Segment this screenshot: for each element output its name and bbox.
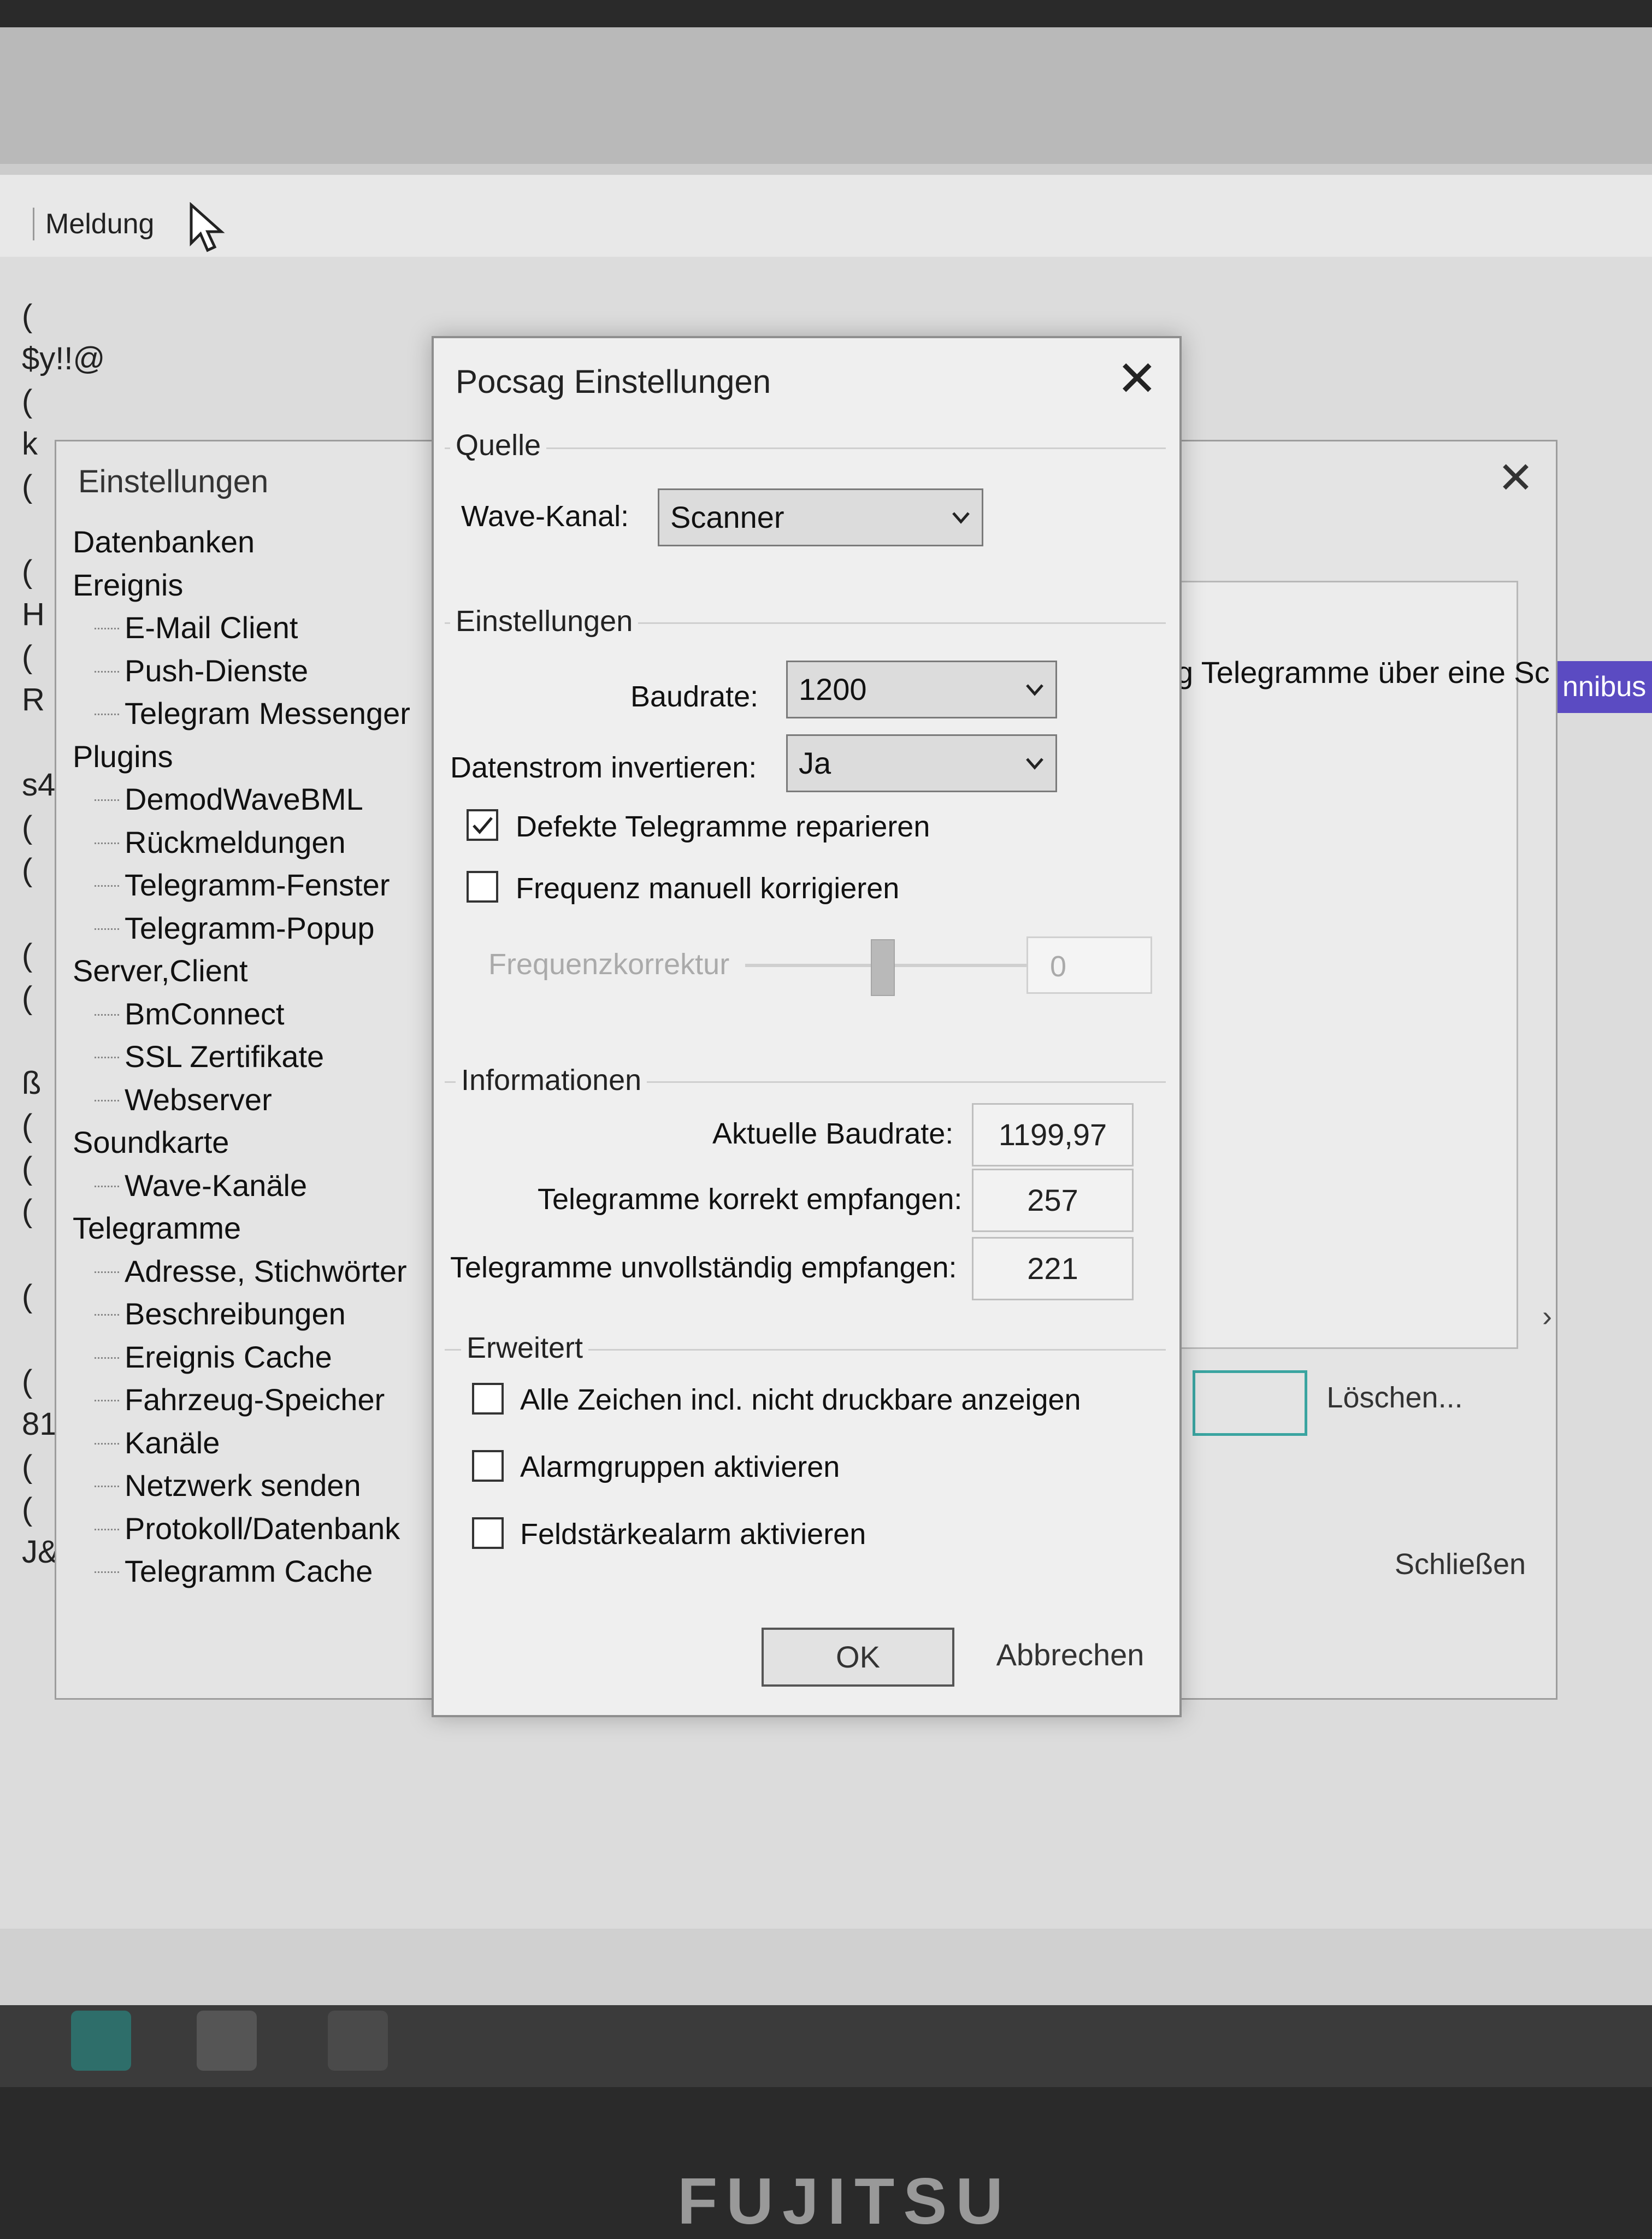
pocsag-dialog: Pocsag Einstellungen ✕ Quelle Wave-Kanal… (432, 336, 1182, 1717)
taskbar-app-icon[interactable] (197, 2011, 257, 2071)
freq-korrektur-label: Frequenzkorrektur (488, 948, 730, 981)
schliessen-button[interactable]: Schließen (1356, 1534, 1564, 1594)
korrekt-value: 257 (972, 1169, 1134, 1232)
korrekt-label: Telegramme korrekt empfangen: (538, 1183, 963, 1216)
group-quelle-label: Quelle (450, 428, 547, 462)
tree-item[interactable]: E-Mail Client (73, 606, 410, 650)
ok-button[interactable]: OK (762, 1628, 954, 1687)
tree-item[interactable]: Webserver (73, 1079, 410, 1122)
baudrate-select[interactable]: 1200 (786, 661, 1057, 718)
top-band (0, 27, 1652, 164)
tree-item[interactable]: Push-Dienste (73, 650, 410, 693)
baudrate-label: Baudrate: (630, 680, 759, 713)
monitor-screen: Meldung ($y!!@(k((H(Rs4((((ß(((((8107 An… (0, 27, 1652, 2087)
alle-zeichen-checkbox[interactable] (472, 1383, 504, 1415)
chevron-down-icon (1026, 684, 1043, 696)
tree-item[interactable]: Protokoll/Datenbank (73, 1507, 410, 1551)
settings-panel-text: g Telegramme über eine Sc (1176, 655, 1550, 690)
aktuelle-baudrate-value: 1199,97 (972, 1103, 1134, 1166)
tree-item[interactable]: Adresse, Stichwörter (73, 1250, 410, 1293)
freq-korrektur-slider[interactable] (871, 939, 895, 996)
tree-item[interactable]: Netzwerk senden (73, 1464, 410, 1507)
tree-item[interactable]: Ereignis Cache (73, 1336, 410, 1379)
checkmark-icon (473, 817, 493, 834)
background-purple-tag: nnibus (1551, 661, 1652, 713)
wave-kanal-label: Wave-Kanal: (461, 500, 629, 533)
mouse-cursor-icon (190, 202, 225, 252)
unvollstaendig-label: Telegramme unvollständig empfangen: (450, 1251, 957, 1284)
background-list-item: ( (22, 384, 33, 419)
group-line-quelle (445, 447, 1166, 449)
tree-item[interactable]: Telegramm Cache (73, 1550, 410, 1593)
edge-browser-icon[interactable] (71, 2011, 131, 2071)
freq-manual-checkbox[interactable] (467, 871, 498, 903)
tree-item[interactable]: Wave-Kanäle (73, 1164, 410, 1207)
group-informationen-label: Informationen (456, 1063, 647, 1097)
chevron-down-icon (952, 512, 970, 524)
tree-item[interactable]: DemodWaveBML (73, 778, 410, 821)
tree-item[interactable]: Telegramm-Fenster (73, 864, 410, 907)
group-einstellungen-label: Einstellungen (450, 604, 639, 638)
tree-item[interactable]: Plugins (73, 735, 410, 779)
tree-item[interactable]: Ereignis (73, 564, 410, 607)
menu-bar: Meldung (0, 175, 1652, 258)
repair-label: Defekte Telegramme reparieren (516, 810, 930, 843)
feldstaerke-label: Feldstärkealarm aktivieren (520, 1518, 866, 1551)
wave-kanal-select[interactable]: Scanner (658, 488, 983, 546)
alle-zeichen-label: Alle Zeichen incl. nicht druckbare anzei… (520, 1383, 1081, 1416)
freq-korrektur-value: 0 (1026, 936, 1152, 994)
aktuelle-baudrate-label: Aktuelle Baudrate: (712, 1117, 954, 1150)
dialog-close-icon[interactable]: ✕ (1117, 349, 1158, 409)
tree-item[interactable]: Beschreibungen (73, 1293, 410, 1336)
tree-item[interactable]: Rückmeldungen (73, 821, 410, 864)
freq-manual-label: Frequenz manuell korrigieren (516, 872, 900, 905)
invert-label: Datenstrom invertieren: (450, 751, 757, 784)
tree-item[interactable]: Telegramme (73, 1207, 410, 1250)
tree-item[interactable]: Telegramm-Popup (73, 907, 410, 950)
loeschen-button[interactable]: Löschen... (1291, 1368, 1498, 1428)
invert-select[interactable]: Ja (786, 734, 1057, 792)
tree-item[interactable]: Kanäle (73, 1422, 410, 1465)
settings-focused-button[interactable] (1193, 1370, 1307, 1436)
baudrate-value: 1200 (799, 672, 867, 706)
menu-item-meldung[interactable]: Meldung (33, 208, 165, 240)
tree-item[interactable]: Soundkarte (73, 1121, 410, 1164)
monitor-brand-logo: FUJITSU (677, 2165, 1012, 2238)
abbrechen-button[interactable]: Abbrechen (980, 1628, 1160, 1682)
tree-item[interactable]: BmConnect (73, 993, 410, 1036)
settings-window-title: Einstellungen (78, 464, 269, 499)
repair-checkbox[interactable] (467, 809, 498, 841)
unvollstaendig-value: 221 (972, 1237, 1134, 1300)
alarmgruppen-checkbox[interactable] (472, 1450, 504, 1482)
wave-kanal-value: Scanner (670, 500, 784, 534)
tree-item[interactable]: SSL Zertifikate (73, 1035, 410, 1079)
tree-item[interactable]: Datenbanken (73, 521, 410, 564)
background-list-item: ( (22, 298, 33, 334)
alarmgruppen-label: Alarmgruppen aktivieren (520, 1451, 840, 1483)
feldstaerke-checkbox[interactable] (472, 1517, 504, 1549)
scroll-right-arrow-icon[interactable]: › (1542, 1299, 1552, 1333)
dialog-title: Pocsag Einstellungen (456, 363, 771, 400)
group-erweitert-label: Erweitert (461, 1331, 589, 1365)
settings-tree: Datenbanken Ereignis E-Mail Client Push-Die… (73, 521, 410, 1593)
taskbar-file-icon[interactable] (328, 2011, 388, 2071)
tree-item[interactable]: Fahrzeug-Speicher (73, 1378, 410, 1422)
chevron-down-icon (1026, 758, 1043, 770)
tree-item[interactable]: Telegram Messenger (73, 692, 410, 735)
invert-value: Ja (799, 746, 831, 780)
background-list-item: $y!!@ (22, 341, 105, 376)
settings-close-icon[interactable]: ✕ (1497, 452, 1534, 503)
tree-item[interactable]: Server,Client (73, 950, 410, 993)
settings-content-panel (1176, 581, 1518, 1349)
